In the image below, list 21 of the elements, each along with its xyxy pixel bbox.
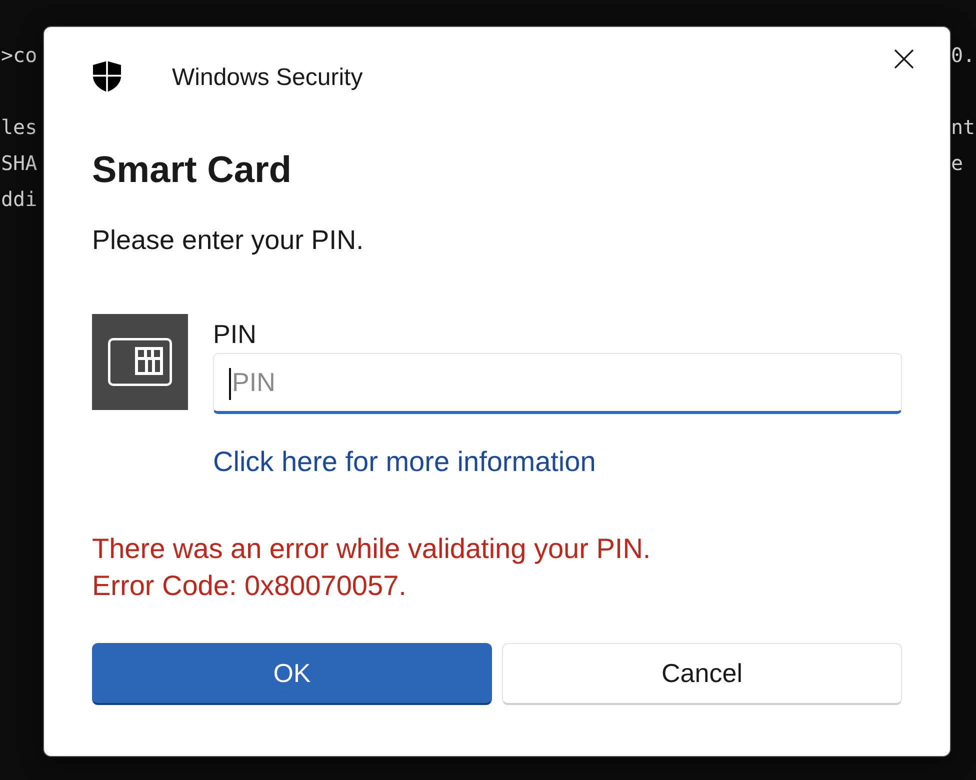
close-icon xyxy=(894,49,914,69)
terminal-text: les xyxy=(1,115,38,139)
ok-button[interactable]: OK xyxy=(92,643,492,705)
cancel-button[interactable]: Cancel xyxy=(502,643,902,705)
terminal-text: SHA xyxy=(1,151,38,175)
smart-card-icon xyxy=(92,314,188,410)
prompt-text: Please enter your PIN. xyxy=(92,225,364,255)
terminal-text: ddi xyxy=(1,187,38,211)
dialog-title: Smart Card xyxy=(92,150,292,190)
more-info-link[interactable]: Click here for more information xyxy=(213,446,596,478)
error-message: Error Code: 0x80070057. xyxy=(92,569,406,603)
terminal-text: 0. xyxy=(951,43,976,67)
app-title: Windows Security xyxy=(172,64,363,92)
text-cursor-icon xyxy=(229,368,231,400)
shield-icon xyxy=(92,61,122,92)
terminal-text: >co xyxy=(1,43,38,67)
pin-label: PIN xyxy=(213,320,256,348)
terminal-text: e xyxy=(951,151,964,175)
error-message: There was an error while validating your PIN. xyxy=(92,532,651,566)
pin-input-field[interactable]: PIN xyxy=(213,353,902,414)
terminal-text: nt xyxy=(951,115,976,139)
